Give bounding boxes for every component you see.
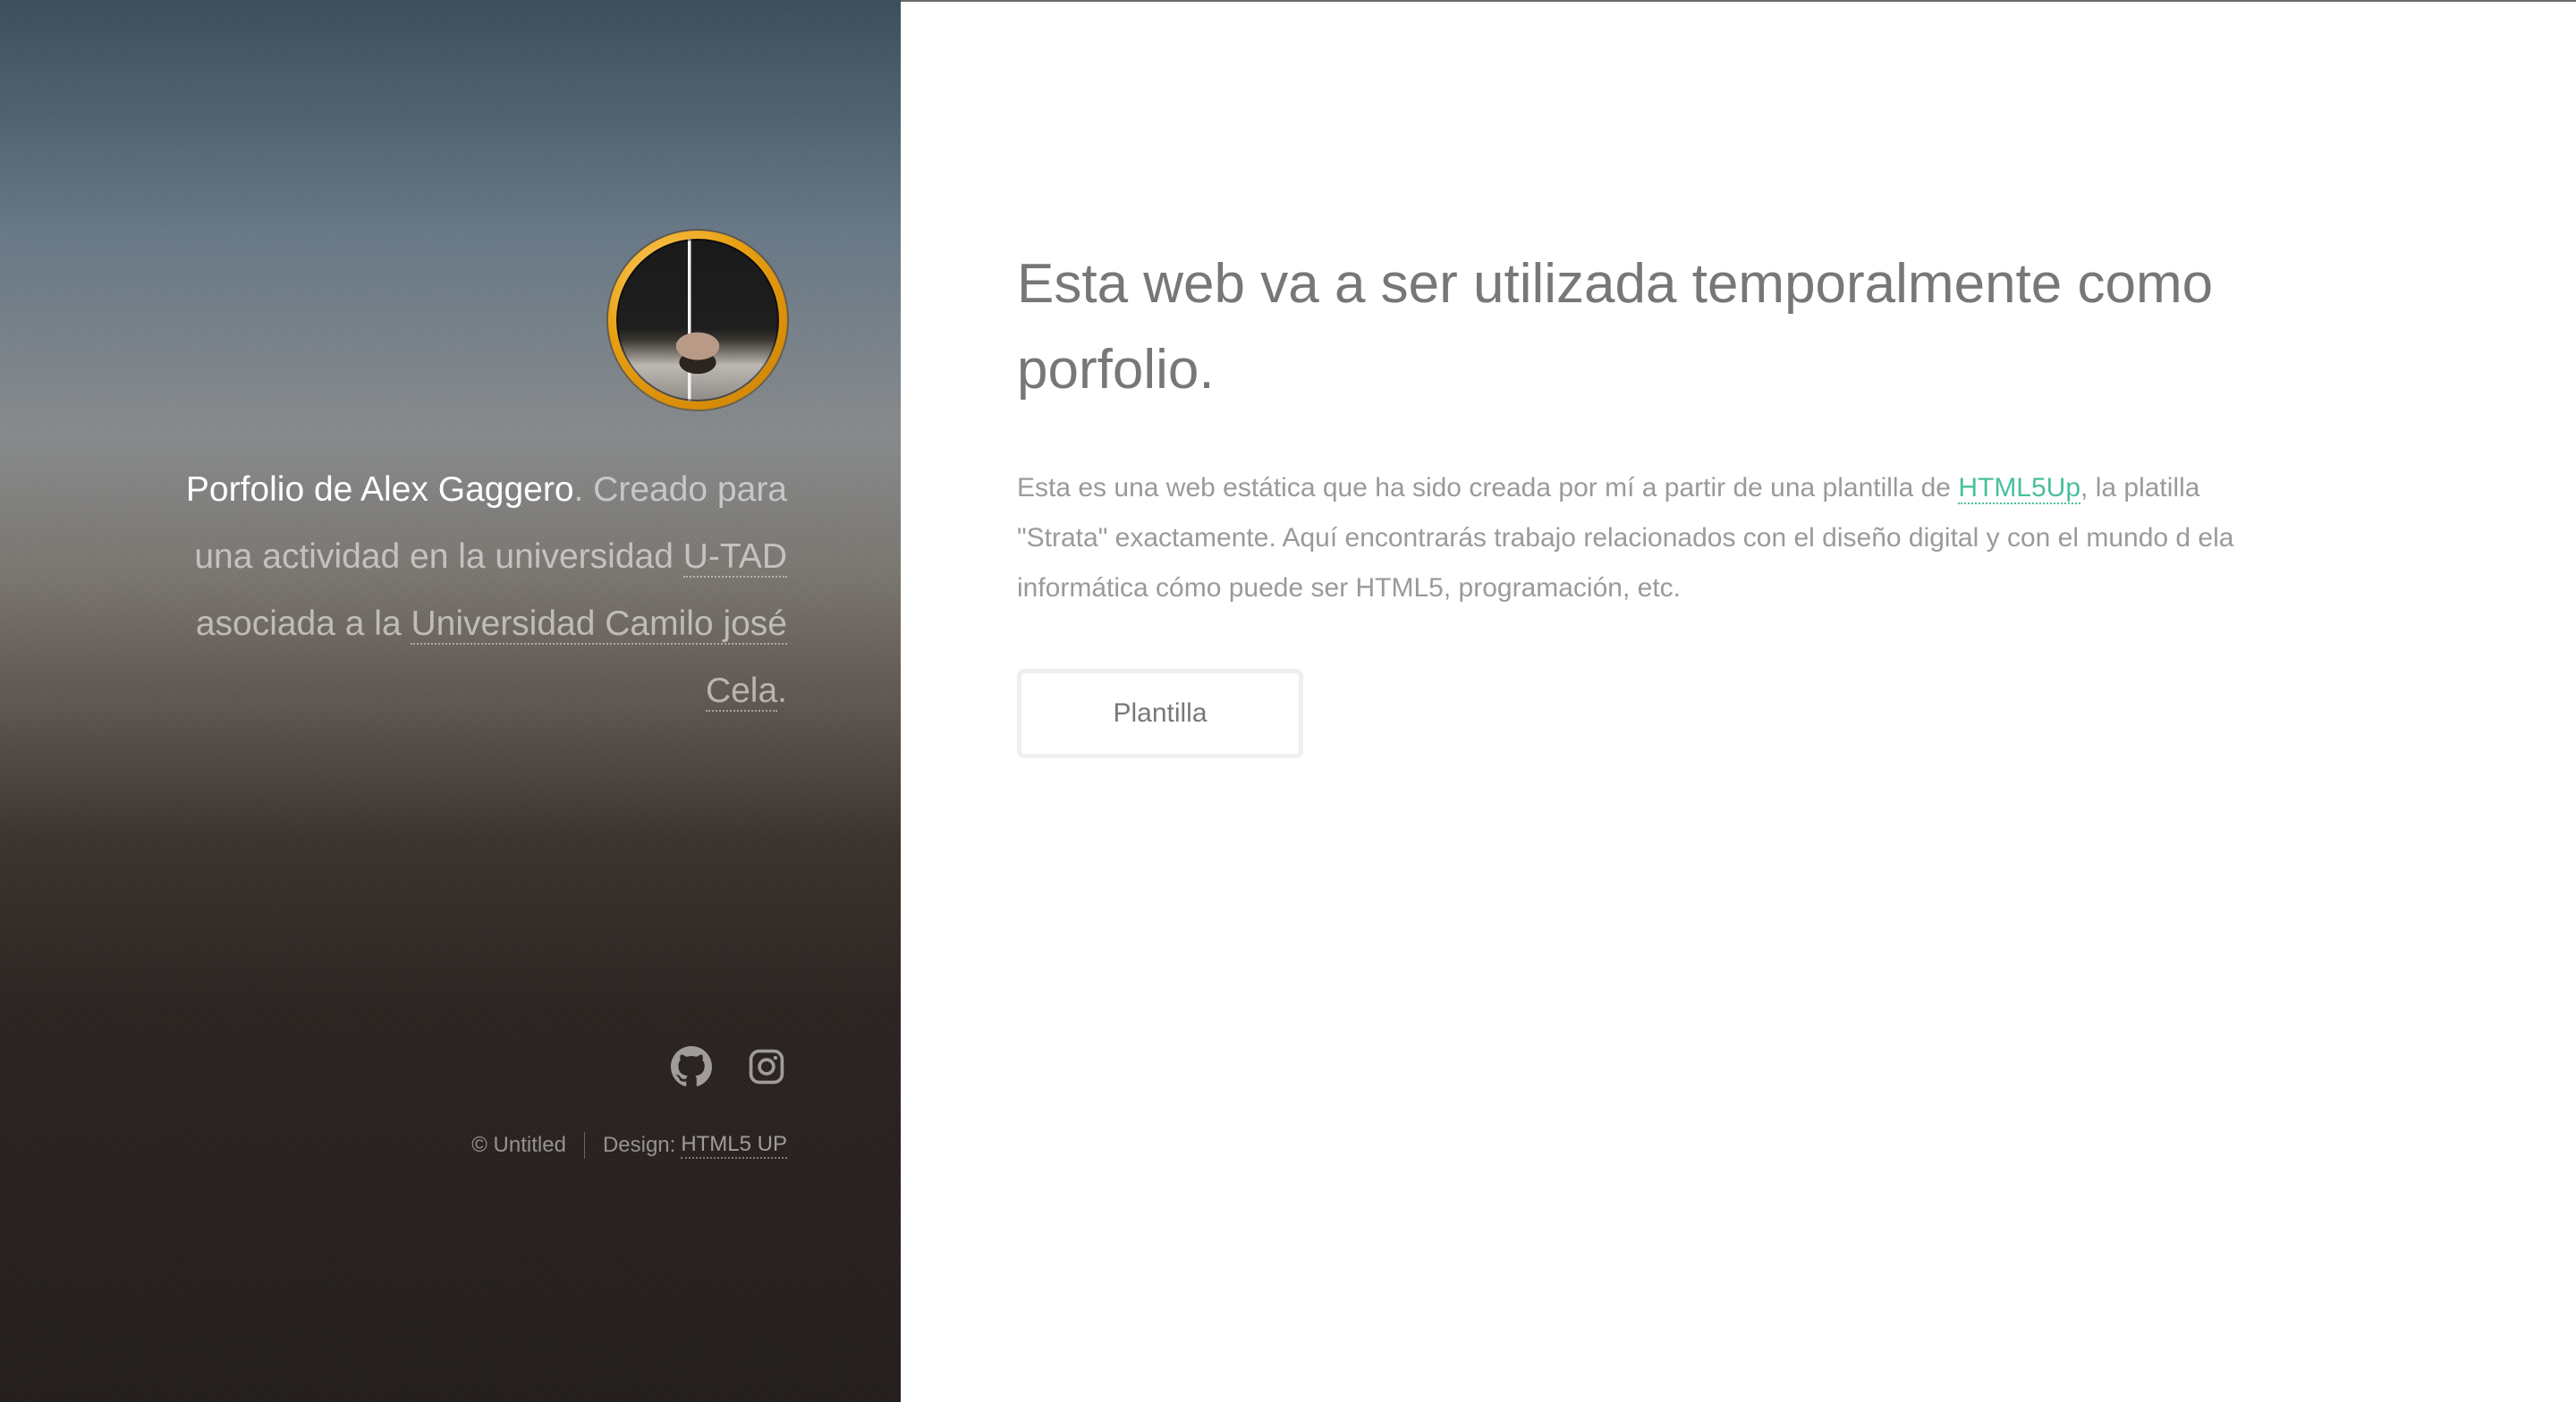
instagram-icon[interactable] (746, 1046, 787, 1087)
ucjc-link[interactable]: Universidad Camilo josé Cela (411, 604, 787, 712)
utad-link[interactable]: U-TAD (682, 537, 787, 578)
intro-description: Esta es una web estática que ha sido cre… (1017, 463, 2296, 613)
footer-divider (583, 1132, 585, 1159)
description-text: Esta es una web estática que ha sido cre… (1017, 473, 1959, 503)
html5up-link[interactable]: HTML5Up (1958, 473, 2081, 504)
intro-text-part: . (777, 671, 787, 710)
sidebar: Porfolio de Alex Gaggero. Creado para un… (0, 0, 901, 1402)
intro-text: Porfolio de Alex Gaggero. Creado para un… (125, 456, 787, 724)
avatar[interactable] (608, 231, 787, 410)
intro-text-part: asociada a la (195, 604, 411, 643)
footer: © Untitled Design: HTML5 UP (471, 1132, 787, 1159)
author-name: Porfolio de Alex Gaggero (185, 470, 574, 509)
main-content: Esta web va a ser utilizada temporalment… (901, 0, 2576, 1402)
avatar-photo (616, 239, 779, 401)
social-links (671, 1046, 787, 1087)
design-label: Design: (602, 1133, 676, 1157)
page-headline: Esta web va a ser utilizada temporalment… (1017, 253, 2214, 401)
template-button[interactable]: Plantilla (1017, 669, 1303, 758)
github-icon[interactable] (671, 1046, 712, 1087)
design-credit-link[interactable]: HTML5 UP (681, 1132, 787, 1159)
copyright-text: © Untitled (471, 1133, 566, 1157)
